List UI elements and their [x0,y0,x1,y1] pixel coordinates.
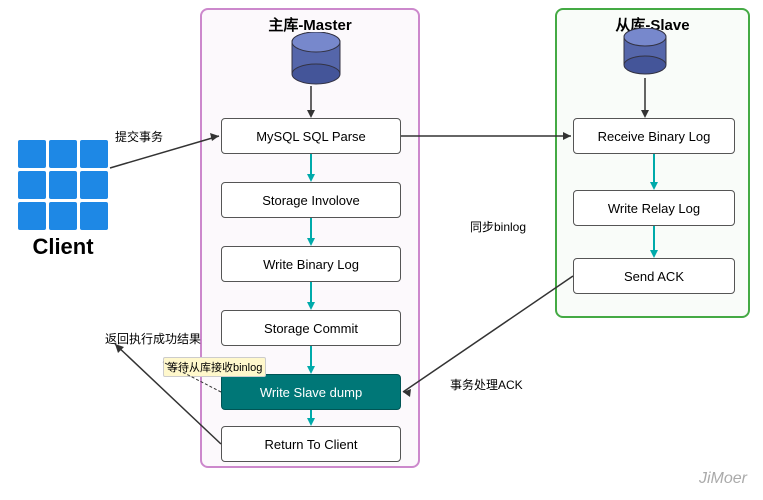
sync-binlog-label: 同步binlog [470,218,526,235]
return-result-label: 返回执行成功结果 [105,330,201,347]
storage-commit-box: Storage Commit [221,310,401,346]
watermark: JiMoer [699,470,747,488]
client-icon [18,140,108,230]
client-area: Client [18,140,108,260]
write-relay-log-box: Write Relay Log [573,190,735,226]
tx-ack-label: 事务处理ACK [450,376,523,393]
write-binary-log-box: Write Binary Log [221,246,401,282]
master-db-icon [286,32,346,91]
receive-binary-log-box: Receive Binary Log [573,118,735,154]
submit-tx-label: 提交事务 [115,128,163,145]
wait-binlog-label: 等待从库接收binlog [163,357,266,377]
return-client-box: Return To Client [221,426,401,462]
send-ack-box: Send ACK [573,258,735,294]
write-slave-dump-box: Write Slave dump [221,374,401,410]
slave-db-icon [618,28,672,83]
sql-parse-box: MySQL SQL Parse [221,118,401,154]
client-label: Client [18,234,108,260]
storage-involve-box: Storage Involove [221,182,401,218]
